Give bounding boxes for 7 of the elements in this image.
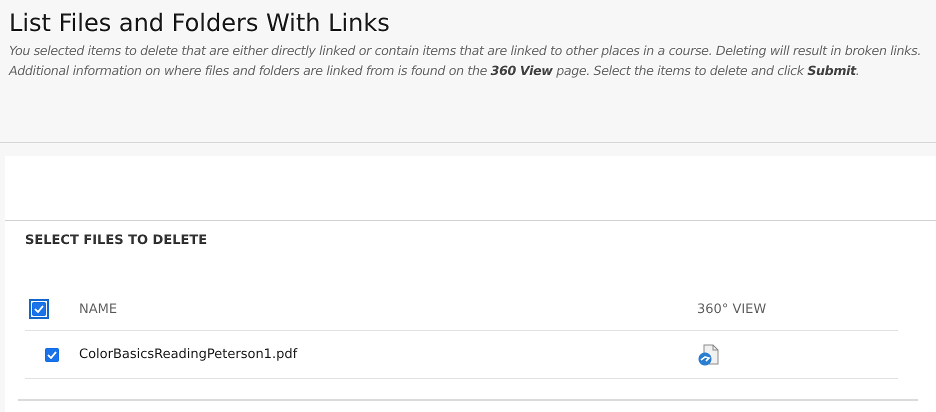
file-globe-icon[interactable] [697, 344, 719, 366]
column-header: 360° VIEW [697, 302, 766, 316]
page-title: List Files and Folders With Links [9, 8, 391, 38]
page-description: You selected items to delete that are either directly linked or contain items that are linked to other places in a course. Deleting will result in broken links. Additional information on where files and folders are linked from is found on the 360 View page. Select the items to delete and click Submit. [9, 42, 922, 80]
section-heading: SELECT FILES TO DELETE [24, 232, 208, 248]
column-header: NAME [79, 302, 118, 316]
file-name: ColorBasicsReadingPeterson1.pdf [79, 347, 298, 362]
